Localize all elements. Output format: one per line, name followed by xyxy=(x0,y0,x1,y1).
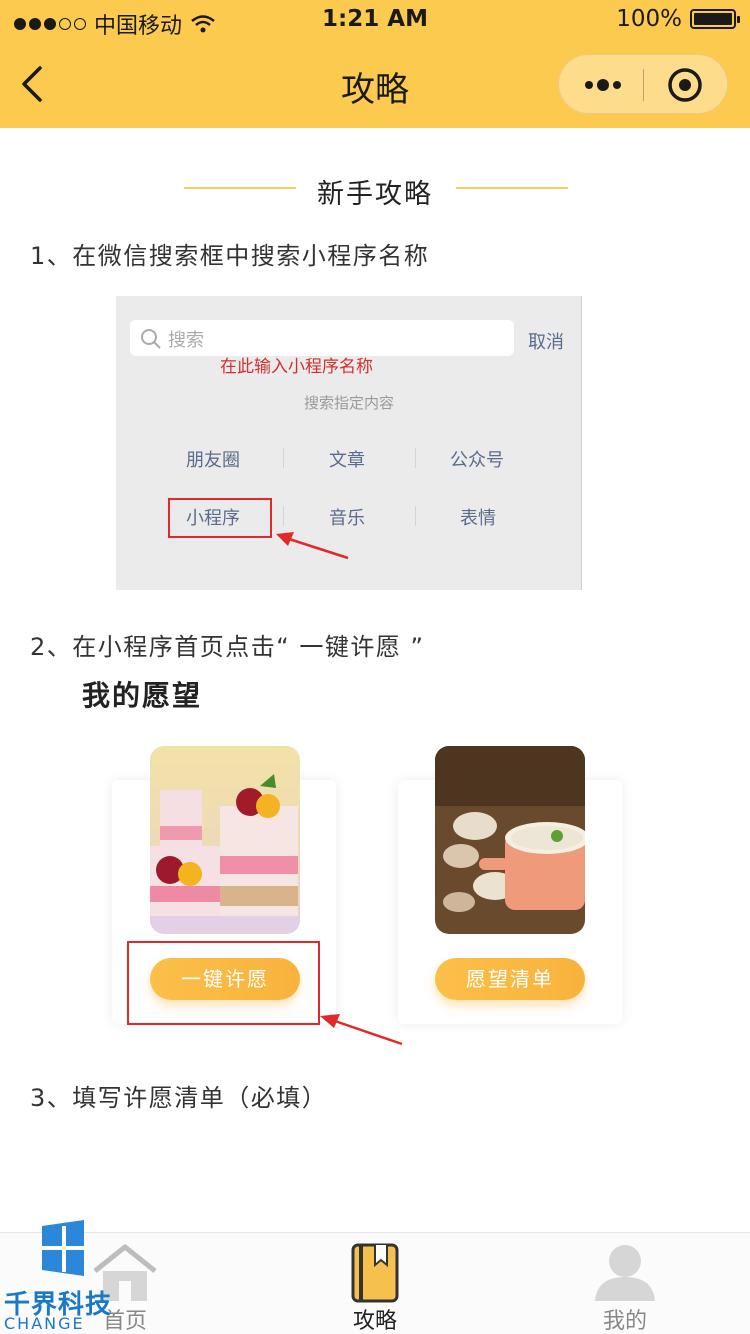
tab-profile[interactable]: 我的 xyxy=(500,1233,750,1334)
search-icon xyxy=(141,329,161,349)
search-screenshot: 搜索 取消 在此输入小程序名称 搜索指定内容 朋友圈 文章 公众号 小程序 音乐… xyxy=(116,296,582,590)
windows-logo-icon xyxy=(42,1220,84,1276)
battery-percent: 100% xyxy=(616,6,682,32)
highlight-box xyxy=(127,941,320,1025)
search-input-mock: 搜索 xyxy=(130,320,514,356)
category-articles: 文章 xyxy=(329,450,365,471)
divider xyxy=(456,187,568,189)
wish-list-button: 愿望清单 xyxy=(435,958,585,1000)
more-icon[interactable] xyxy=(581,75,625,95)
pointer-arrow-icon xyxy=(276,532,349,560)
wish-title: 我的愿望 xyxy=(82,679,203,712)
status-bar: 中国移动 1:21 AM 100% xyxy=(0,0,750,40)
tab-label: 我的 xyxy=(602,1309,647,1334)
category-stickers: 表情 xyxy=(460,508,496,529)
user-icon xyxy=(595,1245,655,1301)
tab-label: 攻略 xyxy=(352,1309,397,1334)
category-official-accounts: 公众号 xyxy=(450,450,504,471)
header: 中国移动 1:21 AM 100% 攻略 xyxy=(0,0,750,128)
step-1-text: 1、在微信搜索框中搜索小程序名称 xyxy=(30,242,430,270)
close-mini-program-icon[interactable] xyxy=(667,67,703,103)
battery-icon xyxy=(690,9,740,29)
step-3-text: 3、填写许愿清单（必填） xyxy=(30,1084,328,1112)
step-2-text: 2、在小程序首页点击“ 一键许愿 ” xyxy=(30,633,425,661)
category-moments: 朋友圈 xyxy=(186,450,240,471)
search-subtitle: 搜索指定内容 xyxy=(303,394,394,412)
soup-image xyxy=(435,746,585,934)
highlight-box xyxy=(168,498,272,538)
pointer-arrow-icon xyxy=(320,1014,403,1046)
section-header: 新手攻略 xyxy=(0,170,750,210)
dessert-image xyxy=(150,746,300,934)
cancel-label: 取消 xyxy=(528,332,564,353)
watermark-logo: 千界科技 CHANGE xyxy=(0,1214,140,1334)
tab-guide[interactable]: 攻略 xyxy=(250,1233,500,1334)
watermark-sub: CHANGE xyxy=(4,1314,85,1333)
section-title: 新手攻略 xyxy=(317,179,433,210)
book-icon xyxy=(351,1243,399,1303)
annotation-hint: 在此输入小程序名称 xyxy=(220,357,373,377)
search-placeholder: 搜索 xyxy=(168,330,204,351)
mini-program-capsule xyxy=(558,54,728,114)
